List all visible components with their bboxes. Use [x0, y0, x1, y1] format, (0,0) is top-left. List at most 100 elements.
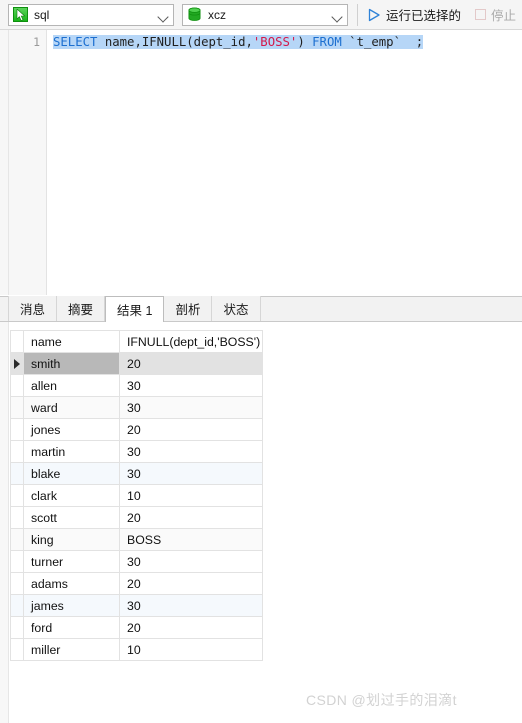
cell-value[interactable]: 30: [119, 462, 263, 485]
table-head: name IFNULL(dept_id,'BOSS'): [10, 330, 263, 353]
stop-square-icon: [475, 9, 487, 20]
row-indicator[interactable]: [10, 506, 24, 529]
play-glyph: [368, 8, 380, 21]
table-row[interactable]: jones 20: [10, 418, 263, 441]
row-indicator[interactable]: [10, 396, 24, 419]
line-number: 1: [33, 35, 40, 49]
tab-summary[interactable]: 摘要: [57, 296, 106, 321]
cell-value[interactable]: 30: [119, 550, 263, 573]
tab-status[interactable]: 状态: [212, 296, 261, 321]
result-pane: name IFNULL(dept_id,'BOSS') smith 20 all…: [0, 322, 522, 723]
tab-result-1[interactable]: 结果 1: [105, 296, 165, 322]
row-indicator[interactable]: [10, 638, 24, 661]
query-green-icon: [13, 7, 28, 22]
cell-value[interactable]: 30: [119, 396, 263, 419]
sql-token-space1: [97, 35, 104, 49]
column-header-name[interactable]: name: [23, 330, 120, 353]
column-header-expr[interactable]: IFNULL(dept_id,'BOSS'): [119, 330, 263, 353]
table-row[interactable]: clark 10: [10, 484, 263, 507]
cell-value[interactable]: 30: [119, 594, 263, 617]
cell-name[interactable]: miller: [23, 638, 120, 661]
table-row[interactable]: martin 30: [10, 440, 263, 463]
cell-value[interactable]: 20: [119, 418, 263, 441]
cell-name[interactable]: adams: [23, 572, 120, 595]
row-indicator[interactable]: [10, 572, 24, 595]
cell-value[interactable]: BOSS: [119, 528, 263, 551]
sql-statement-line[interactable]: SELECT name,IFNULL(dept_id,'BOSS') FROM …: [53, 34, 522, 51]
cell-name[interactable]: clark: [23, 484, 120, 507]
sql-token-from: FROM: [312, 35, 342, 49]
tab-label: 摘要: [68, 303, 94, 317]
tab-messages[interactable]: 消息: [8, 296, 58, 321]
cell-value[interactable]: 30: [119, 440, 263, 463]
cell-value[interactable]: 20: [119, 572, 263, 595]
cell-name[interactable]: allen: [23, 374, 120, 397]
table-row[interactable]: blake 30: [10, 462, 263, 485]
row-indicator[interactable]: [10, 440, 24, 463]
cell-name[interactable]: ward: [23, 396, 120, 419]
row-indicator[interactable]: [10, 374, 24, 397]
table-body: smith 20 allen 30 ward 30 jones 20 marti…: [10, 352, 263, 661]
table-header-row: name IFNULL(dept_id,'BOSS'): [10, 330, 263, 353]
cell-value[interactable]: 20: [119, 352, 263, 375]
row-indicator[interactable]: [10, 594, 24, 617]
cell-name[interactable]: blake: [23, 462, 120, 485]
run-selected-label: 运行已选择的: [386, 9, 462, 23]
cell-name[interactable]: ford: [23, 616, 120, 639]
row-indicator[interactable]: [10, 462, 24, 485]
table-row[interactable]: ward 30: [10, 396, 263, 419]
editor-left-margin: [0, 30, 9, 295]
database-select-value: xcz: [208, 7, 226, 22]
table-row[interactable]: james 30: [10, 594, 263, 617]
stop-button[interactable]: 停止: [463, 3, 518, 27]
tab-label: 状态: [223, 303, 249, 317]
query-select[interactable]: sql: [8, 3, 174, 26]
cell-name[interactable]: james: [23, 594, 120, 617]
toolbar-divider: [357, 3, 358, 26]
row-indicator[interactable]: [10, 352, 24, 375]
database-select[interactable]: xcz: [182, 3, 348, 26]
table-row[interactable]: miller 10: [10, 638, 263, 661]
cell-name[interactable]: jones: [23, 418, 120, 441]
cell-name[interactable]: king: [23, 528, 120, 551]
cell-value[interactable]: 10: [119, 638, 263, 661]
table-row[interactable]: turner 30: [10, 550, 263, 573]
cell-name[interactable]: turner: [23, 550, 120, 573]
sql-token-columns: name,IFNULL(dept_id,: [104, 35, 253, 49]
table-row[interactable]: king BOSS: [10, 528, 263, 551]
code-area[interactable]: SELECT name,IFNULL(dept_id,'BOSS') FROM …: [47, 30, 522, 295]
tab-label: 剖析: [175, 303, 201, 317]
row-indicator[interactable]: [10, 616, 24, 639]
chevron-down-icon[interactable]: [329, 5, 347, 25]
table-row[interactable]: ford 20: [10, 616, 263, 639]
run-selected-button[interactable]: 运行已选择的: [365, 3, 463, 27]
sql-editor[interactable]: 1 SELECT name,IFNULL(dept_id,'BOSS') FRO…: [0, 30, 522, 295]
sql-token-string: 'BOSS': [252, 35, 298, 49]
row-indicator[interactable]: [10, 550, 24, 573]
result-tabbar: 消息 摘要 结果 1 剖析 状态: [0, 296, 522, 322]
cursor-arrow-glyph: [16, 9, 26, 21]
row-indicator[interactable]: [10, 528, 24, 551]
result-table[interactable]: name IFNULL(dept_id,'BOSS') smith 20 all…: [10, 330, 263, 661]
grid-left-margin: [0, 322, 9, 723]
table-row[interactable]: scott 20: [10, 506, 263, 529]
cell-value[interactable]: 30: [119, 374, 263, 397]
cell-name[interactable]: martin: [23, 440, 120, 463]
query-select-value: sql: [34, 7, 50, 22]
chevron-down-icon[interactable]: [155, 5, 173, 25]
row-indicator[interactable]: [10, 418, 24, 441]
database-cylinder-icon: [187, 7, 202, 22]
cell-value[interactable]: 20: [119, 616, 263, 639]
line-number-gutter: 1: [9, 30, 47, 295]
table-row[interactable]: smith 20: [10, 352, 263, 375]
table-row[interactable]: allen 30: [10, 374, 263, 397]
tab-profile[interactable]: 剖析: [164, 296, 213, 321]
csdn-watermark: CSDN @划过手的泪滴t: [306, 692, 457, 708]
play-triangle-icon: [367, 8, 381, 22]
row-indicator[interactable]: [10, 484, 24, 507]
cell-value[interactable]: 20: [119, 506, 263, 529]
cell-name[interactable]: scott: [23, 506, 120, 529]
cell-value[interactable]: 10: [119, 484, 263, 507]
cell-name[interactable]: smith: [23, 352, 120, 375]
table-row[interactable]: adams 20: [10, 572, 263, 595]
